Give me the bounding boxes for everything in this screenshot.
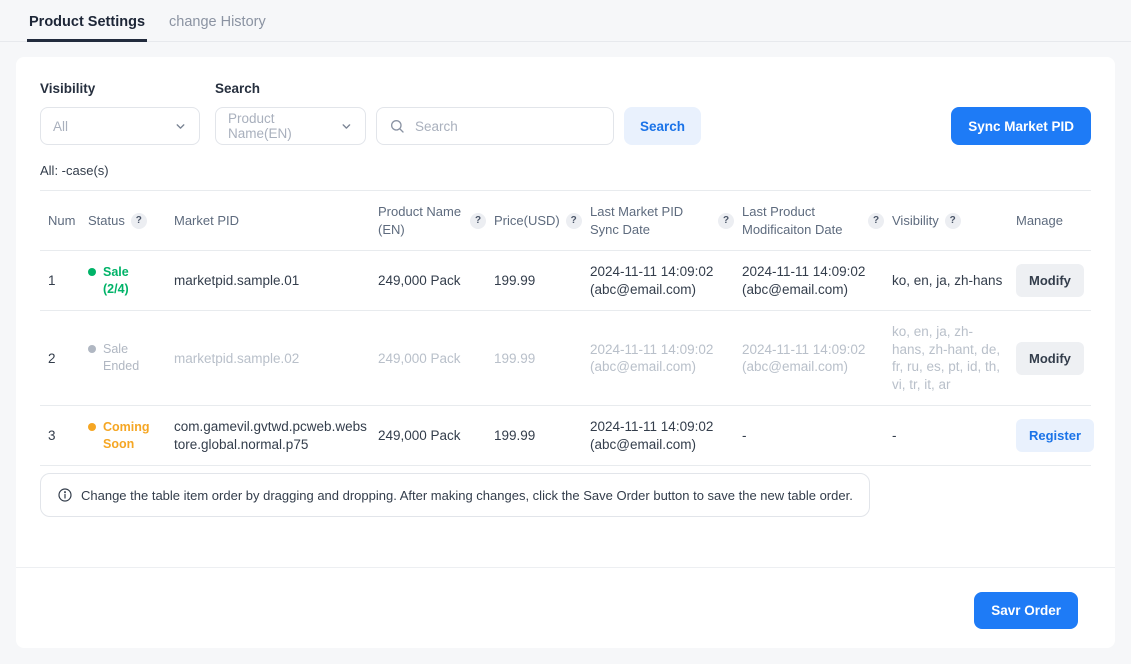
search-button[interactable]: Search <box>624 107 701 145</box>
products-table: Num Status? Market PID Product Name (EN)… <box>40 190 1091 466</box>
last-modification-date-cell: 2024-11-11 14:09:02 (abc@email.com) <box>742 251 892 311</box>
register-button[interactable]: Register <box>1016 419 1094 452</box>
col-header-num: Num <box>40 191 88 251</box>
product-name-cell: 249,000 Pack <box>378 251 494 311</box>
help-icon[interactable]: ? <box>868 213 884 229</box>
save-order-button[interactable]: Savr Order <box>974 592 1078 629</box>
col-header-visibility: Visibility? <box>892 191 1016 251</box>
num-cell: 3 <box>40 406 88 466</box>
visibility-select[interactable]: All <box>40 107 200 145</box>
chevron-down-icon <box>174 120 187 133</box>
last-sync-date-cell: 2024-11-11 14:09:02 (abc@email.com) <box>590 311 742 406</box>
status-label: Coming Soon <box>103 419 150 453</box>
help-icon[interactable]: ? <box>566 213 582 229</box>
col-header-manage: Manage <box>1016 191 1091 251</box>
num-cell: 2 <box>40 311 88 406</box>
notice-text: Change the table item order by dragging … <box>81 488 853 503</box>
num-cell: 1 <box>40 251 88 311</box>
chevron-down-icon <box>340 120 353 133</box>
table-row[interactable]: 1 Sale (2/4) marketpid.sample.01 249,000… <box>40 251 1091 311</box>
search-input-wrap <box>376 107 614 145</box>
price-cell: 199.99 <box>494 406 590 466</box>
status-cell: Sale (2/4) <box>88 251 174 311</box>
market-pid-cell: marketpid.sample.01 <box>174 251 378 311</box>
visibility-select-value: All <box>53 119 68 134</box>
visibility-filter-group: Visibility All <box>40 81 200 145</box>
status-cell: Sale Ended <box>88 311 174 406</box>
col-header-product-name: Product Name (EN)? <box>378 191 494 251</box>
visibility-cell: ko, en, ja, zh-hans <box>892 251 1016 311</box>
modify-button[interactable]: Modify <box>1016 264 1084 297</box>
col-header-status: Status? <box>88 191 174 251</box>
product-name-cell: 249,000 Pack <box>378 406 494 466</box>
market-pid-cell: marketpid.sample.02 <box>174 311 378 406</box>
manage-cell: Register <box>1016 406 1091 466</box>
last-modification-date-cell: 2024-11-11 14:09:02 (abc@email.com) <box>742 311 892 406</box>
price-cell: 199.99 <box>494 251 590 311</box>
info-icon <box>57 487 73 503</box>
card-footer: Savr Order <box>40 568 1091 629</box>
manage-cell: Modify <box>1016 311 1091 406</box>
search-label: Search <box>215 81 614 96</box>
last-sync-date-cell: 2024-11-11 14:09:02 (abc@email.com) <box>590 406 742 466</box>
product-settings-panel: Visibility All Search Product Name(EN) S… <box>16 57 1115 648</box>
help-icon[interactable]: ? <box>131 213 147 229</box>
drag-drop-notice: Change the table item order by dragging … <box>40 473 870 517</box>
search-type-select-value: Product Name(EN) <box>228 111 340 141</box>
product-name-cell: 249,000 Pack <box>378 311 494 406</box>
col-header-market-pid: Market PID <box>174 191 378 251</box>
help-icon[interactable]: ? <box>945 213 961 229</box>
last-modification-date-cell: - <box>742 406 892 466</box>
status-dot-icon <box>88 423 96 431</box>
search-type-select[interactable]: Product Name(EN) <box>215 107 366 145</box>
market-pid-cell: com.gamevil.gvtwd.pcweb.webstore.global.… <box>174 406 378 466</box>
table-header-row: Num Status? Market PID Product Name (EN)… <box>40 191 1091 251</box>
help-icon[interactable]: ? <box>470 213 486 229</box>
price-cell: 199.99 <box>494 311 590 406</box>
help-icon[interactable]: ? <box>718 213 734 229</box>
last-sync-date-cell: 2024-11-11 14:09:02 (abc@email.com) <box>590 251 742 311</box>
col-header-price: Price(USD)? <box>494 191 590 251</box>
tab-change-history[interactable]: change History <box>167 0 268 42</box>
status-label: Sale (2/4) <box>103 264 129 298</box>
case-count: All: -case(s) <box>40 163 1091 178</box>
status-dot-icon <box>88 345 96 353</box>
status-dot-icon <box>88 268 96 276</box>
filter-bar: Visibility All Search Product Name(EN) S… <box>40 81 1091 145</box>
manage-cell: Modify <box>1016 251 1091 311</box>
table-row[interactable]: 2 Sale Ended marketpid.sample.02 249,000… <box>40 311 1091 406</box>
sync-market-pid-button[interactable]: Sync Market PID <box>951 107 1091 145</box>
search-icon <box>389 118 405 134</box>
table-row[interactable]: 3 Coming Soon com.gamevil.gvtwd.pcweb.we… <box>40 406 1091 466</box>
tab-product-settings[interactable]: Product Settings <box>27 0 147 42</box>
modify-button[interactable]: Modify <box>1016 342 1084 375</box>
col-header-last-modification-date: Last Product Modificaiton Date? <box>742 191 892 251</box>
tab-bar: Product Settings change History <box>0 0 1131 42</box>
visibility-cell: - <box>892 406 1016 466</box>
col-header-last-sync-date: Last Market PID Sync Date? <box>590 191 742 251</box>
search-input[interactable] <box>413 118 601 135</box>
search-filter-group: Search Product Name(EN) <box>215 81 614 145</box>
status-label: Sale Ended <box>103 341 164 375</box>
visibility-label: Visibility <box>40 81 200 96</box>
status-cell: Coming Soon <box>88 406 174 466</box>
visibility-cell: ko, en, ja, zh-hans, zh-hant, de, fr, ru… <box>892 311 1016 406</box>
